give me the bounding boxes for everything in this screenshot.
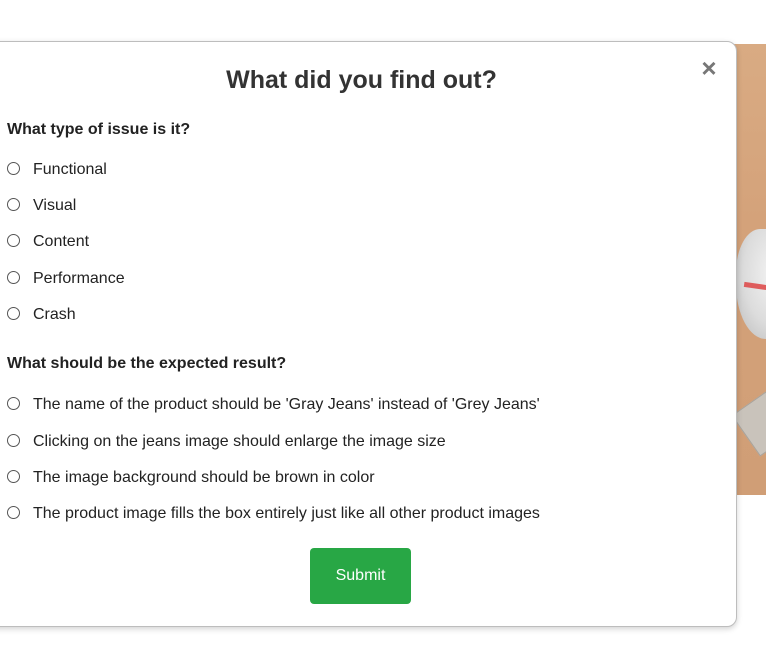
option-label: Crash (33, 306, 76, 323)
radio-button[interactable] (7, 233, 20, 247)
radio-button[interactable] (7, 396, 20, 410)
radio-button[interactable] (7, 306, 20, 320)
option-label: Visual (33, 197, 77, 214)
issue-type-question: What type of issue is it? (7, 121, 191, 138)
expected-result-question: What should be the expected result? (7, 355, 287, 372)
option-label: Content (33, 233, 90, 250)
radio-button[interactable] (7, 161, 20, 175)
option-label: Performance (33, 270, 125, 287)
radio-button[interactable] (7, 197, 20, 211)
radio-button[interactable] (7, 469, 20, 483)
issue-type-option-visual[interactable]: Visual (7, 195, 76, 217)
submit-button[interactable]: Submit (310, 548, 411, 604)
modal-title: What did you find out? (226, 66, 497, 94)
option-label: The product image fills the box entirely… (33, 505, 540, 522)
option-label: Clicking on the jeans image should enlar… (33, 433, 446, 450)
feedback-modal: × What did you find out? What type of is… (0, 41, 737, 627)
expected-result-option[interactable]: The product image fills the box entirely… (7, 503, 540, 525)
page: × What did you find out? What type of is… (0, 0, 766, 663)
option-label: Functional (33, 161, 107, 178)
radio-button[interactable] (7, 270, 20, 284)
option-label: The image background should be brown in … (33, 469, 375, 486)
expected-result-option[interactable]: The name of the product should be 'Gray … (7, 394, 540, 416)
radio-button[interactable] (7, 433, 20, 447)
radio-button[interactable] (7, 505, 20, 519)
expected-result-option[interactable]: The image background should be brown in … (7, 467, 375, 489)
issue-type-option-performance[interactable]: Performance (7, 268, 125, 290)
expected-result-option[interactable]: Clicking on the jeans image should enlar… (7, 431, 446, 453)
issue-type-option-functional[interactable]: Functional (7, 159, 107, 181)
option-label: The name of the product should be 'Gray … (33, 396, 540, 413)
issue-type-option-crash[interactable]: Crash (7, 304, 76, 326)
issue-type-option-content[interactable]: Content (7, 231, 89, 253)
